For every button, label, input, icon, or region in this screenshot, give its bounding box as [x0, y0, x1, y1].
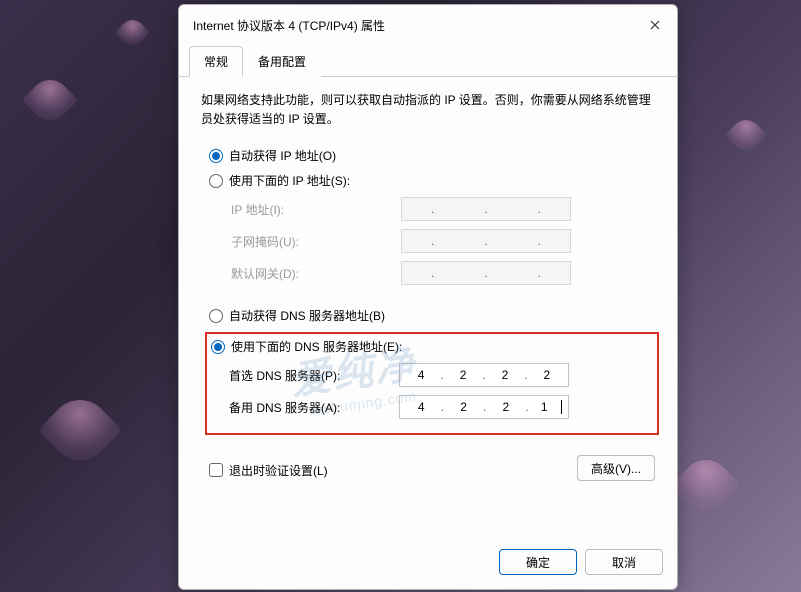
radio-label: 自动获得 DNS 服务器地址(B): [229, 307, 385, 324]
octet-4[interactable]: [533, 400, 555, 414]
cancel-button[interactable]: 取消: [585, 549, 663, 575]
field-label: 首选 DNS 服务器(P):: [229, 367, 399, 384]
field-label: 子网掩码(U):: [231, 233, 401, 250]
radio-label: 使用下面的 DNS 服务器地址(E):: [231, 338, 402, 355]
field-preferred-dns: 首选 DNS 服务器(P): . . .: [229, 363, 657, 387]
radio-auto-dns[interactable]: 自动获得 DNS 服务器地址(B): [209, 307, 655, 324]
titlebar: Internet 协议版本 4 (TCP/IPv4) 属性: [179, 5, 677, 45]
description-text: 如果网络支持此功能，则可以获取自动指派的 IP 设置。否则，你需要从网络系统管理…: [201, 91, 655, 129]
octet-1[interactable]: [406, 400, 436, 414]
tab-content: 如果网络支持此功能，则可以获取自动指派的 IP 设置。否则，你需要从网络系统管理…: [179, 77, 677, 537]
close-icon: [650, 20, 660, 30]
octet-4[interactable]: [532, 368, 562, 382]
radio-manual-ip[interactable]: 使用下面的 IP 地址(S):: [209, 172, 655, 189]
field-label: IP 地址(I):: [231, 201, 401, 218]
ip-group: 自动获得 IP 地址(O) 使用下面的 IP 地址(S): IP 地址(I): …: [209, 147, 655, 293]
dns-group: 自动获得 DNS 服务器地址(B) 使用下面的 DNS 服务器地址(E): 首选…: [209, 307, 655, 445]
subnet-mask-input: ...: [401, 229, 571, 253]
ok-button[interactable]: 确定: [499, 549, 577, 575]
radio-label: 使用下面的 IP 地址(S):: [229, 172, 350, 189]
radio-icon: [211, 340, 225, 354]
radio-icon: [209, 174, 223, 188]
field-label: 备用 DNS 服务器(A):: [229, 399, 399, 416]
checkbox-label: 退出时验证设置(L): [229, 462, 328, 479]
gateway-input: ...: [401, 261, 571, 285]
close-button[interactable]: [639, 13, 671, 37]
field-gateway: 默认网关(D): ...: [231, 261, 655, 285]
tab-alternate[interactable]: 备用配置: [243, 46, 321, 77]
advanced-button[interactable]: 高级(V)...: [577, 455, 655, 481]
validate-checkbox-row[interactable]: 退出时验证设置(L): [209, 462, 328, 479]
ip-address-input: ...: [401, 197, 571, 221]
field-alternate-dns: 备用 DNS 服务器(A): . . .: [229, 395, 657, 419]
text-caret: [561, 400, 562, 414]
radio-manual-dns[interactable]: 使用下面的 DNS 服务器地址(E):: [211, 338, 657, 355]
field-ip-address: IP 地址(I): ...: [231, 197, 655, 221]
ipv4-properties-dialog: Internet 协议版本 4 (TCP/IPv4) 属性 常规 备用配置 如果…: [178, 4, 678, 590]
octet-2[interactable]: [449, 400, 479, 414]
octet-3[interactable]: [490, 368, 520, 382]
dialog-footer: 确定 取消: [179, 537, 677, 589]
field-subnet-mask: 子网掩码(U): ...: [231, 229, 655, 253]
octet-2[interactable]: [448, 368, 478, 382]
radio-icon: [209, 149, 223, 163]
radio-auto-ip[interactable]: 自动获得 IP 地址(O): [209, 147, 655, 164]
octet-3[interactable]: [491, 400, 521, 414]
alternate-dns-input[interactable]: . . .: [399, 395, 569, 419]
field-label: 默认网关(D):: [231, 265, 401, 282]
tabs: 常规 备用配置: [179, 45, 677, 77]
preferred-dns-input[interactable]: . . .: [399, 363, 569, 387]
radio-label: 自动获得 IP 地址(O): [229, 147, 336, 164]
octet-1[interactable]: [406, 368, 436, 382]
highlight-box: 使用下面的 DNS 服务器地址(E): 首选 DNS 服务器(P): . . .: [205, 332, 659, 435]
tab-general[interactable]: 常规: [189, 46, 243, 77]
checkbox-icon: [209, 463, 223, 477]
radio-icon: [209, 309, 223, 323]
dialog-title: Internet 协议版本 4 (TCP/IPv4) 属性: [193, 17, 385, 34]
